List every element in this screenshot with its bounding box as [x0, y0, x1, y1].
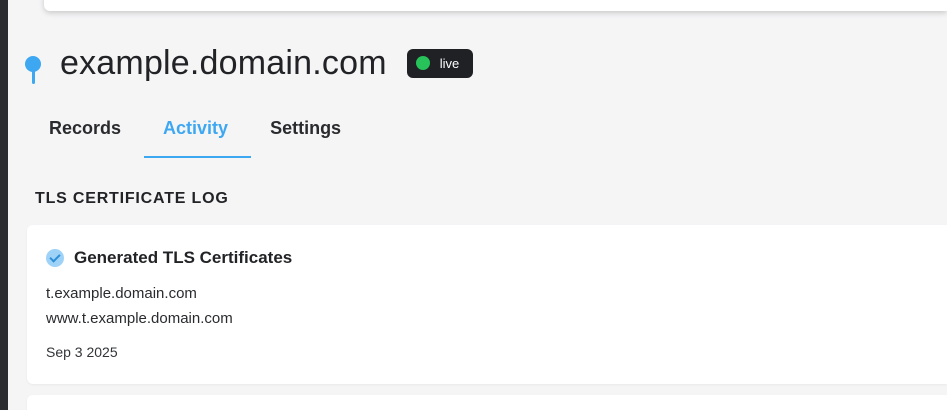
status-badge-label: live	[439, 55, 460, 71]
domain-header: example.domain.com live	[24, 40, 474, 86]
check-circle-icon	[46, 249, 64, 267]
log-entry-card-next	[27, 395, 947, 410]
status-badge: live	[406, 48, 474, 78]
log-entry-title: Generated TLS Certificates	[74, 248, 293, 267]
window-edge	[0, 0, 8, 410]
pin-icon	[24, 48, 42, 84]
section-title: TLS CERTIFICATE LOG	[35, 190, 229, 207]
tab-records[interactable]: Records	[28, 104, 142, 158]
tab-activity[interactable]: Activity	[142, 104, 252, 158]
app-frame: example.domain.com live Records Activity…	[0, 0, 947, 410]
tab-bar: Records Activity Settings	[28, 104, 362, 158]
top-panel	[44, 0, 947, 11]
cert-domain: www.t.example.domain.com	[46, 310, 233, 327]
log-entry-card: Generated TLS Certificates t.example.dom…	[27, 225, 947, 384]
cert-domain: t.example.domain.com	[46, 285, 197, 302]
log-entry-date: Sep 3 2025	[46, 344, 118, 360]
tab-settings[interactable]: Settings	[249, 104, 362, 158]
status-dot-icon	[415, 56, 430, 70]
domain-title: example.domain.com	[60, 43, 387, 82]
log-entry-header: Generated TLS Certificates	[46, 248, 292, 268]
